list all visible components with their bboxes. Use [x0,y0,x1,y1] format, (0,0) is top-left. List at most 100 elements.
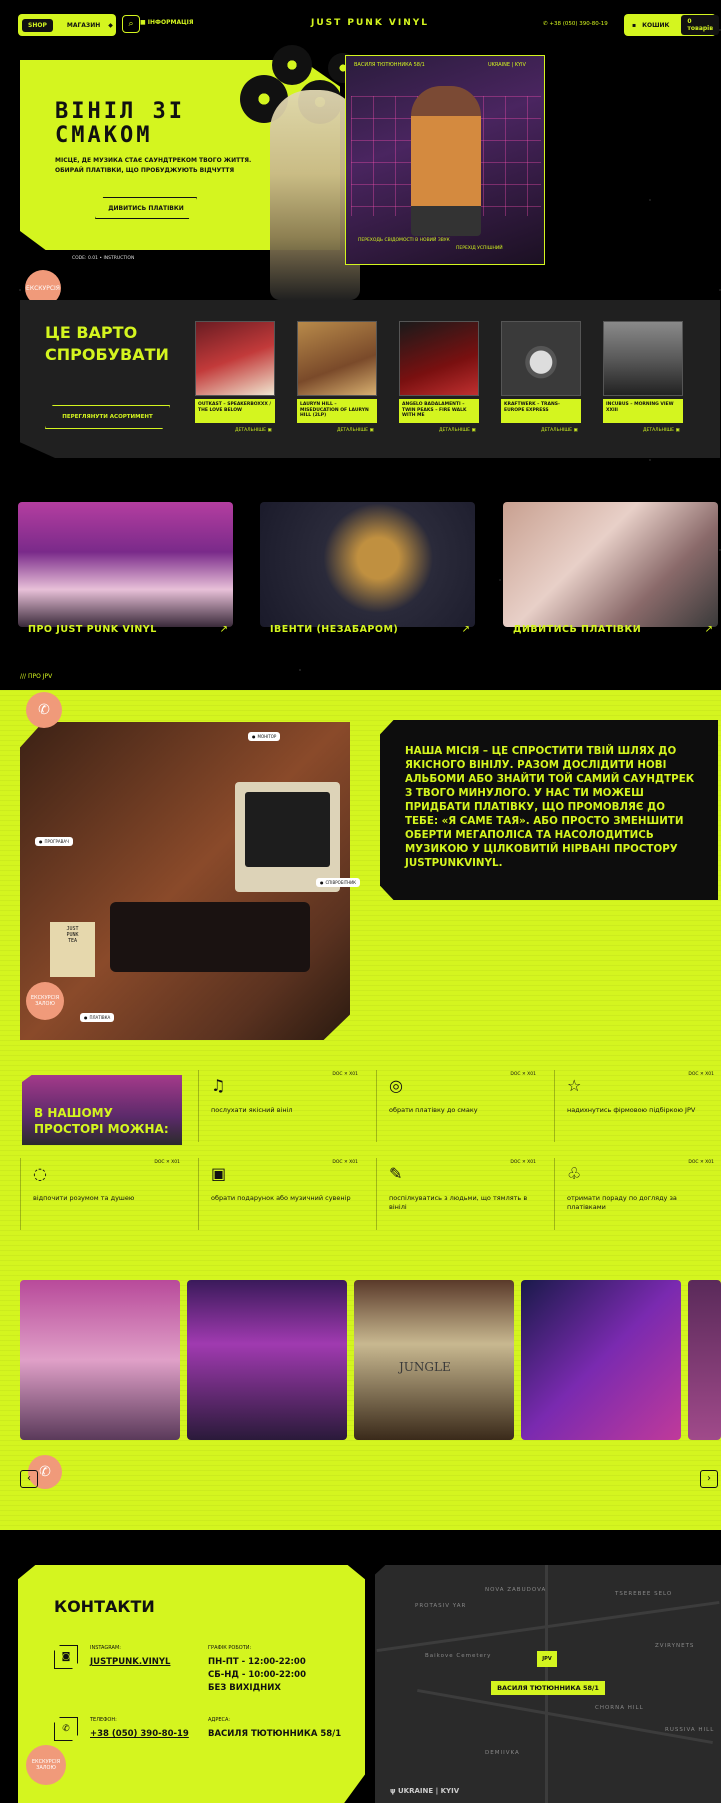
hero-video[interactable]: ВАСИЛЯ ТЮТЮННИКА 58/1 UKRAINE | KYIV ПЕР… [345,55,545,265]
shops-label: МАГАЗИН [66,21,101,29]
hotspot-staff[interactable]: СПІВРОБІТНИК [316,878,360,887]
gallery-image[interactable] [187,1280,347,1440]
address-label: АДРЕСА: [208,1717,231,1723]
vinyl-icon: ◎ [389,1076,403,1095]
jungle-album-text: JUNGLE [399,1360,451,1374]
mission-panel: НАША МІСІЯ – ЦЕ СПРОСТИТИ ТВІЙ ШЛЯХ ДО Я… [380,720,718,900]
feature-text: надихнутись фірмовою підбіркою JPV [567,1106,696,1114]
feature-code: DOC ✕ X01 [332,1160,358,1165]
video-caption: ПЕРЕХОДЬ СВІДОМОСТІ В НОВИЙ ЗВУК [358,238,450,243]
dj-turntable-image [260,502,475,627]
vinyl-disc [272,45,312,85]
gallery-image[interactable]: JUNGLE [354,1280,514,1440]
feature-text: поспілкуватись з людьми, що тямлять в ві… [389,1194,528,1211]
hotspot-player[interactable]: ПРОГРАВАЧ [35,837,73,846]
record-card[interactable]: LAURYN HILL – MISEDUCATION OF LAURYN HIL… [297,321,381,439]
space-title: В НАШОМУ ПРОСТОРІ МОЖНА: [34,1106,169,1136]
care-icon: ♧ [567,1164,582,1183]
map-footer-text: UKRAINE | KYIV [398,1787,460,1795]
hotspot-monitor[interactable]: МОНІТОР [248,732,281,741]
music-note-icon: ♫ [211,1076,226,1095]
info-link[interactable]: ■ ІНФОРМАЦІЯ [140,19,194,26]
hotspot-record[interactable]: ПЛАТІВКА [80,1013,115,1022]
details-label: ДЕТАЛЬНІШЕ [235,428,267,433]
record-card[interactable]: INCUBUS – MORNING VIEW XXIII ДЕТАЛЬНІШЕ … [603,321,687,439]
category-records[interactable]: ДИВИТИСЬ ПЛАТІВКИ ↗ [503,502,718,647]
shop-badge: SHOP [22,18,53,32]
gallery-image[interactable] [521,1280,681,1440]
instagram-icon: ◙ [54,1645,78,1669]
details-link[interactable]: ДЕТАЛЬНІШЕ ▣ [643,428,680,433]
feature-item: ♫ DOC ✕ X01 послухати якісний вініл [198,1070,362,1142]
record-card[interactable]: OUTKAST – SPEAKERBOXXX / THE LOVE BELOW … [195,321,279,439]
record-card[interactable]: KRAFTWERK – TRANS-EUROPE EXPRESS ДЕТАЛЬН… [501,321,585,439]
map-label: ZVIRYNETS [655,1643,695,1649]
header-phone-text: +38 (050) 390-80-19 [549,21,608,27]
header-phone[interactable]: ✆ +38 (050) 390-80-19 [543,21,608,27]
details-link[interactable]: ДЕТАЛЬНІШЕ ▣ [439,428,476,433]
gallery-next-button[interactable]: › [700,1470,718,1488]
feature-item: ✎ DOC ✕ X01 поспілкуватись з людьми, що … [376,1158,540,1230]
gallery-image[interactable] [688,1280,721,1440]
map-pin[interactable]: JPV [537,1651,557,1667]
category-about[interactable]: ПРО JUST PUNK VINYL ↗ [18,502,233,647]
arrow-icon: ▣ [675,428,680,433]
feature-code: DOC ✕ X01 [332,1072,358,1077]
phone-call-button[interactable]: ✆ [26,692,62,728]
arrow-up-right-icon: ↗ [219,624,228,635]
arrow-icon: ▣ [369,428,374,433]
map[interactable]: NOVA ZABUDOVA PROTASIV YAR TSEREBEE SELO… [375,1565,721,1803]
feature-code: DOC ✕ X01 [510,1072,536,1077]
hours-label: ГРАФІК РОБОТИ: [208,1645,252,1651]
store-interior-image [18,502,233,627]
gallery-prev-button[interactable]: ‹ [20,1470,38,1488]
hero-note: CODE: 0.01 • INSTRUCTION [72,256,135,261]
details-link[interactable]: ДЕТАЛЬНІШЕ ▣ [235,428,272,433]
cart-button[interactable]: ▪ КОШИК 0 товарів [624,14,720,36]
instagram-link[interactable]: JUSTPUNK.VINYL [90,1657,170,1667]
about-section: JUSTPUNKTEA МОНІТОР ПРОГРАВАЧ СПІВРОБІТН… [0,690,721,1530]
site-logo[interactable]: JUST PUNK VINYL [290,18,450,28]
record-title: LAURYN HILL – MISEDUCATION OF LAURYN HIL… [297,399,377,423]
details-link[interactable]: ДЕТАЛЬНІШЕ ▣ [337,428,374,433]
category-events[interactable]: ІВЕНТИ (НЕЗАБАРОМ) ↗ [260,502,475,647]
view-records-button[interactable]: ДИВИТИСЬ ПЛАТІВКИ [95,197,197,219]
feature-text: обрати платівку до смаку [389,1106,478,1114]
album-cover-image [603,321,683,396]
arrow-icon: ▣ [471,428,476,433]
feature-code: DOC ✕ X01 [154,1160,180,1165]
details-label: ДЕТАЛЬНІШЕ [337,428,369,433]
hero-title-line1: ВІНІЛ ЗІ [55,99,185,124]
arrow-up-right-icon: ↗ [704,624,713,635]
cart-icon: ▪ [632,21,637,29]
search-icon[interactable]: ⌕ [122,15,140,33]
feature-text: послухати якісний вініл [211,1106,293,1114]
view-assortment-button[interactable]: ПЕРЕГЛЯНУТИ АСОРТИМЕНТ [45,405,170,429]
map-label: Baikove Cemetery [425,1653,492,1659]
hours-weekend: СБ-НД - 10:00-22:00 [208,1670,307,1680]
phone-link[interactable]: +38 (050) 390-80-19 [90,1729,189,1739]
tour-badge[interactable]: ЕКСКУРСІЯ ЗАЛОЮ [26,1745,66,1785]
record-title: INCUBUS – MORNING VIEW XXIII [603,399,683,423]
record-card[interactable]: ANGELO BADALAMENTI – TWIN PEAKS – FIRE W… [399,321,483,439]
category-label: ПРО JUST PUNK VINYL [28,624,157,635]
feature-item: ☆ DOC ✕ X01 надихнутись фірмовою підбірк… [554,1070,718,1142]
featured-records-panel: ЦЕ ВАРТО СПРОБУВАТИ ПЕРЕГЛЯНУТИ АСОРТИМЕН… [20,300,720,458]
tour-badge[interactable]: ЕКСКУРСІЯ ЗАЛОЮ [26,982,64,1020]
space-title-image: В НАШОМУ ПРОСТОРІ МОЖНА: [22,1075,182,1145]
shop-menu-button[interactable]: SHOP МАГАЗИН ◆ [18,14,116,36]
feature-item: ◌ DOC ✕ X01 відпочити розумом та душею [20,1158,184,1230]
details-link[interactable]: ДЕТАЛЬНІШЕ ▣ [541,428,578,433]
chevron-down-icon: ◆ [108,21,113,29]
map-footer: ψ UKRAINE | KYIV [390,1787,459,1795]
record-title: ANGELO BADALAMENTI – TWIN PEAKS – FIRE W… [399,399,479,423]
feature-code: DOC ✕ X01 [688,1072,714,1077]
gallery-image[interactable] [20,1280,180,1440]
mission-text: НАША МІСІЯ – ЦЕ СПРОСТИТИ ТВІЙ ШЛЯХ ДО Я… [405,745,695,869]
feature-item: ◎ DOC ✕ X01 обрати платівку до смаку [376,1070,540,1142]
category-label: ІВЕНТИ (НЕЗАБАРОМ) [270,624,399,635]
featured-title: ЦЕ ВАРТО СПРОБУВАТИ [45,322,169,366]
view-records-label: ДИВИТИСЬ ПЛАТІВКИ [108,204,184,212]
info-label: ІНФОРМАЦІЯ [147,19,194,26]
map-label: TSEREBEE SELO [615,1591,673,1597]
